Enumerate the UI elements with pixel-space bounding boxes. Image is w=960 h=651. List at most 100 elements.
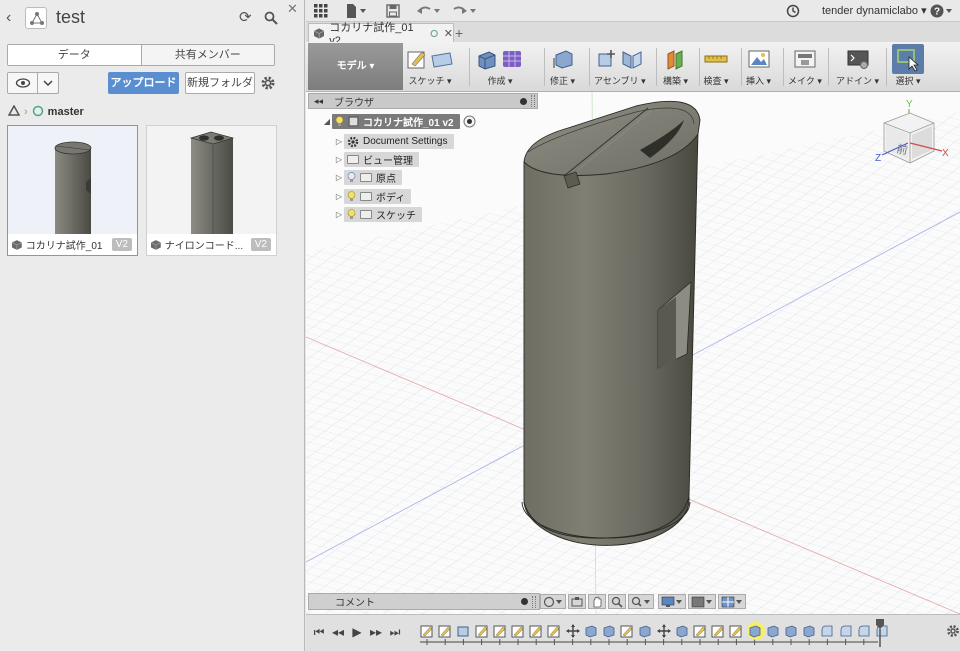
browser-root-row[interactable]: ◢ コカリナ試作_01 v2 [322, 114, 476, 129]
expand-triangle-icon[interactable]: ▷ [334, 137, 344, 146]
fit-zoom-icon[interactable] [628, 594, 654, 609]
ribbon-group-addins[interactable]: アドイン ▾ [836, 44, 879, 90]
orbit-icon[interactable] [540, 594, 566, 609]
timeline-feature-move-icon[interactable] [565, 624, 582, 640]
new-folder-button[interactable]: 新規フォルダ [185, 72, 255, 94]
ribbon-group-insert[interactable]: 挿入 ▾ [746, 44, 771, 90]
viewports-icon[interactable] [718, 594, 746, 609]
timeline-feature-body-icon[interactable] [675, 624, 691, 640]
timeline-feature-body-icon[interactable] [638, 624, 654, 640]
ribbon-group-modify[interactable]: 修正 ▾ [550, 44, 575, 90]
refresh-icon[interactable]: ⟳ [239, 10, 255, 26]
browser-item-origin[interactable]: ▷ 原点 [334, 170, 402, 185]
timeline-marker[interactable] [876, 619, 884, 647]
timeline-feature-round-icon[interactable] [857, 624, 873, 640]
ribbon-group-inspect[interactable]: 検査 ▾ [703, 44, 729, 90]
timeline-end-icon[interactable]: ⏭ [388, 625, 402, 639]
look-at-icon[interactable] [568, 594, 586, 609]
timeline-feature-round-icon[interactable] [820, 624, 836, 640]
model-body[interactable] [522, 100, 701, 546]
ribbon-group-construct[interactable]: 構築 ▾ [663, 44, 688, 90]
add-comment-icon[interactable] [521, 598, 528, 605]
timeline-feature-sketch-icon[interactable] [693, 624, 709, 640]
timeline-feature-sketch-icon[interactable] [529, 624, 545, 640]
close-tab-icon[interactable]: ✕ [444, 27, 453, 40]
drag-handle[interactable] [532, 595, 536, 608]
document-tab[interactable]: コカリナ試作_01 v2 ✕ [308, 22, 454, 47]
version-badge[interactable]: V2 [111, 238, 132, 251]
redo-icon[interactable] [452, 3, 478, 19]
ribbon-group-create[interactable]: 作成 ▾ [476, 44, 524, 90]
back-chevron-icon[interactable]: ‹ [6, 9, 20, 27]
expand-triangle-icon[interactable]: ▷ [334, 210, 344, 219]
visibility-bulb-icon[interactable] [335, 116, 344, 127]
save-icon[interactable] [386, 3, 400, 19]
timeline-feature-box-icon[interactable] [456, 624, 472, 640]
activate-radio-icon[interactable] [463, 115, 476, 128]
timeline-settings-gear-icon[interactable] [946, 624, 960, 638]
expand-triangle-icon[interactable]: ▷ [334, 155, 344, 164]
file-card[interactable]: コカリナ試作_01 V2 [7, 125, 138, 256]
ribbon-group-assemble[interactable]: アセンブリ ▾ [594, 44, 646, 90]
timeline-feature-body-icon[interactable] [602, 624, 618, 640]
ribbon-group-select[interactable]: 選択 ▾ [892, 44, 924, 90]
timeline-feature-sketch-icon[interactable] [511, 624, 527, 640]
timeline-feature-sketch-icon[interactable] [729, 624, 745, 640]
ribbon-group-make[interactable]: メイク ▾ [788, 44, 822, 90]
collapse-panel-icon[interactable]: ◂◂ [314, 96, 328, 107]
timeline-feature-sketch-icon[interactable] [711, 624, 727, 640]
timeline-play-icon[interactable]: ▶ [350, 625, 364, 639]
timeline-feature-body-icon[interactable] [784, 624, 800, 640]
visibility-bulb-icon[interactable] [347, 209, 356, 220]
timeline-feature-sketch-icon[interactable] [493, 624, 509, 640]
comments-panel[interactable]: コメント [308, 593, 540, 610]
ribbon-group-sketch[interactable]: スケッチ ▾ [406, 44, 454, 90]
timeline-feature-sketch-icon[interactable] [620, 624, 636, 640]
browser-item-sketches[interactable]: ▷ スケッチ [334, 207, 422, 222]
visibility-bulb-off-icon[interactable] [347, 172, 356, 183]
grid-snaps-icon[interactable] [688, 594, 716, 609]
tab-shared-members[interactable]: 共有メンバー [140, 45, 274, 65]
pan-hand-icon[interactable] [588, 594, 606, 609]
timeline-feature-sketch-icon[interactable] [547, 624, 563, 640]
upload-button[interactable]: アップロード [108, 72, 179, 94]
timeline-feature-round-icon[interactable] [839, 624, 855, 640]
timeline-feature-body-icon[interactable] [766, 624, 782, 640]
browser-item-document-settings[interactable]: ▷ Document Settings [334, 134, 454, 149]
search-icon[interactable] [263, 10, 279, 26]
help-icon[interactable]: ? [930, 3, 954, 19]
file-card[interactable]: ナイロンコード... V2 [146, 125, 277, 256]
timeline-start-icon[interactable]: ⏮ [312, 625, 326, 639]
tab-data[interactable]: データ [8, 45, 141, 65]
timeline-feature-body-icon[interactable] [584, 624, 600, 640]
undo-icon[interactable] [416, 3, 442, 19]
close-icon[interactable]: ✕ [287, 1, 298, 17]
user-account-menu[interactable]: tender dynamiclabo ▾ [822, 4, 927, 17]
expand-triangle-icon[interactable]: ◢ [322, 117, 332, 126]
timeline-step-forward-icon[interactable]: ▸▸ [369, 625, 383, 639]
visibility-bulb-icon[interactable] [347, 191, 356, 202]
display-settings-icon[interactable] [658, 594, 686, 609]
file-menu-icon[interactable] [346, 3, 368, 19]
hub-icon[interactable] [7, 103, 21, 120]
timeline-feature-sketch-icon[interactable] [420, 624, 436, 640]
timeline-step-back-icon[interactable]: ◂◂ [331, 625, 345, 639]
timeline-feature-body-icon[interactable] [748, 624, 764, 640]
gear-icon[interactable] [260, 75, 276, 91]
view-filter-dropdown[interactable] [7, 72, 59, 94]
browser-item-named-views[interactable]: ▷ ビュー管理 [334, 152, 419, 167]
browser-item-bodies[interactable]: ▷ ボディ [334, 189, 412, 204]
drag-handle[interactable] [531, 95, 535, 107]
zoom-icon[interactable] [608, 594, 626, 609]
data-panel-toggle-icon[interactable] [314, 3, 328, 19]
expand-triangle-icon[interactable]: ▷ [334, 192, 344, 201]
timeline-feature-sketch-icon[interactable] [475, 624, 491, 640]
timeline-feature-body-icon[interactable] [802, 624, 818, 640]
timeline-feature-sketch-icon[interactable] [438, 624, 454, 640]
expand-triangle-icon[interactable]: ▷ [334, 173, 344, 182]
new-tab-icon[interactable]: + [455, 25, 463, 41]
pin-icon[interactable] [520, 97, 527, 105]
version-badge[interactable]: V2 [250, 238, 271, 251]
timeline-feature-move-icon[interactable] [656, 624, 673, 640]
job-status-clock-icon[interactable] [786, 3, 800, 19]
